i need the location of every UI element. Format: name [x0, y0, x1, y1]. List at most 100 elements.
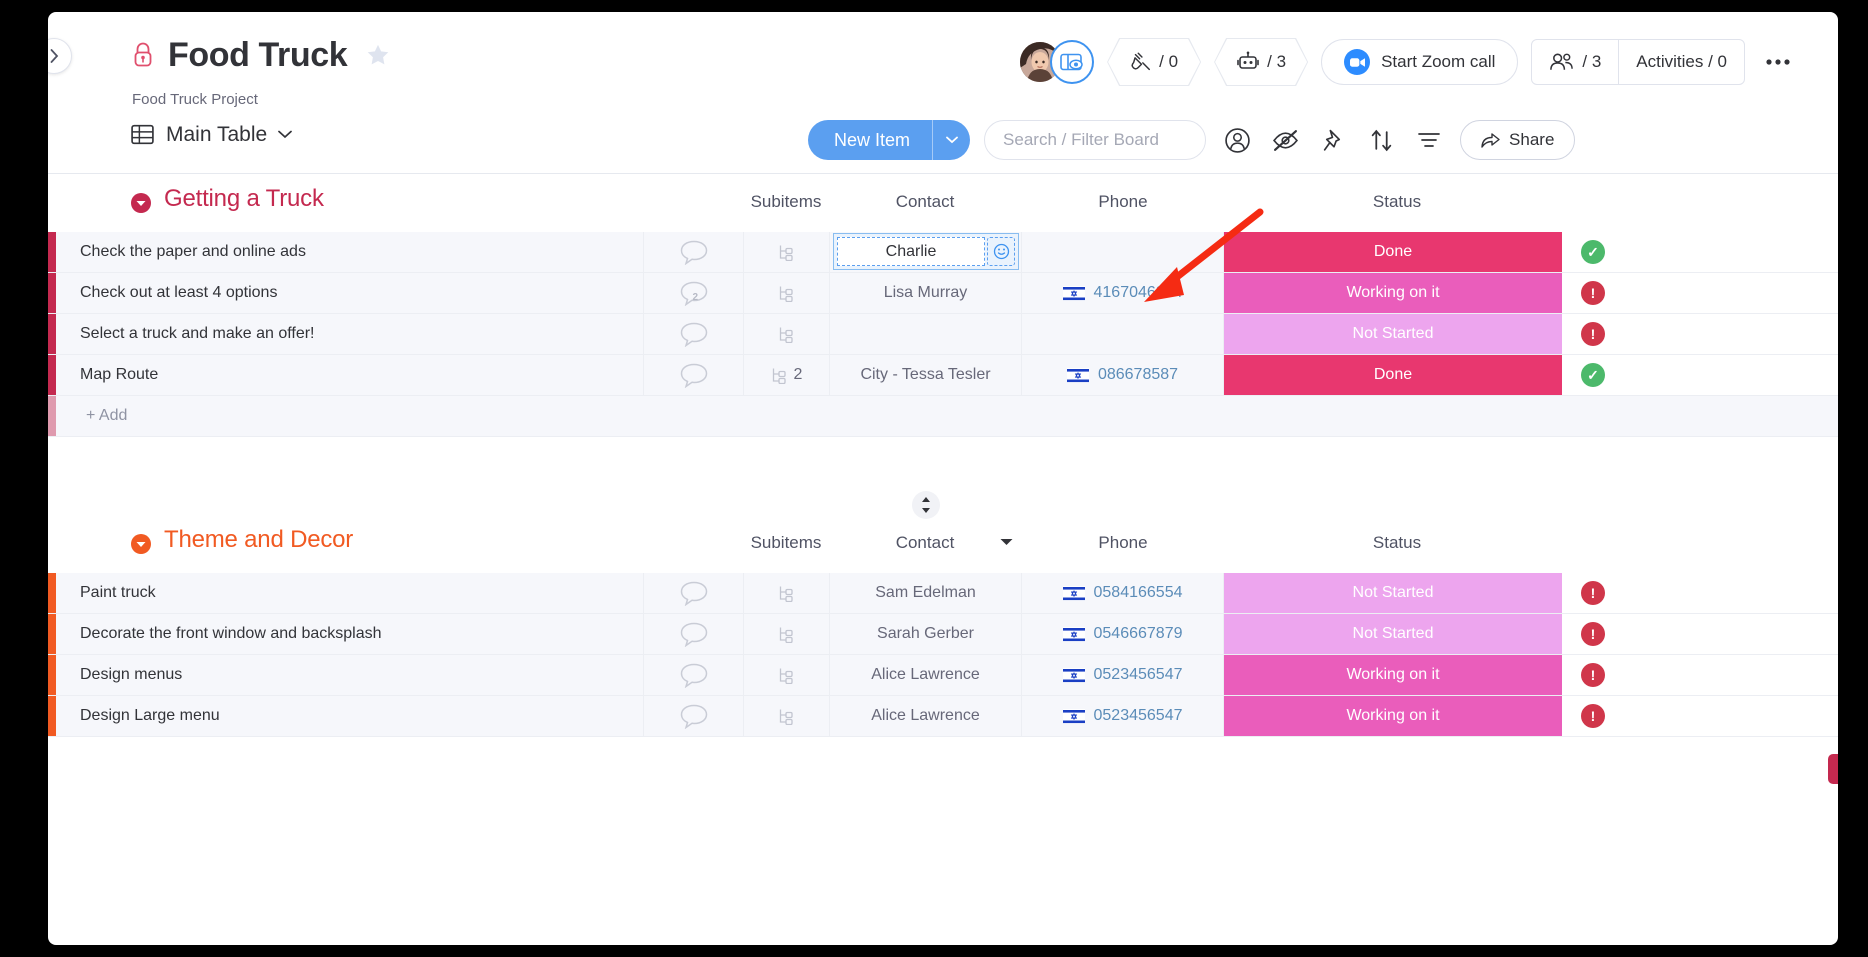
cell-phone[interactable]: 0546667879: [1022, 614, 1224, 654]
table-row[interactable]: Paint truck Sam Edelman 0584166554 Not Star…: [48, 573, 1838, 614]
cell-item-name[interactable]: Check out at least 4 options: [56, 273, 644, 313]
cell-updates[interactable]: [644, 232, 744, 272]
person-filter-button[interactable]: [1220, 123, 1254, 157]
search-input[interactable]: [1003, 130, 1188, 150]
cell-contact[interactable]: Charlie: [830, 232, 1022, 272]
column-header-phone[interactable]: Phone: [1022, 192, 1224, 212]
cell-subitems[interactable]: [744, 614, 830, 654]
cell-phone[interactable]: 4167046964: [1022, 273, 1224, 313]
tab-main-table[interactable]: Main Table: [130, 122, 293, 147]
cell-updates[interactable]: [644, 573, 744, 613]
table-row[interactable]: Check out at least 4 options 2 Lisa Murray…: [48, 273, 1838, 314]
cell-phone[interactable]: [1022, 314, 1224, 354]
group-title[interactable]: Getting a Truck: [164, 185, 324, 213]
table-row[interactable]: Select a truck and make an offer! Not Sta…: [48, 314, 1838, 355]
column-header-phone[interactable]: Phone: [1022, 533, 1224, 553]
board-members-button[interactable]: / 3: [1532, 40, 1618, 84]
sort-button[interactable]: [1364, 123, 1398, 157]
contact-editor[interactable]: Charlie: [833, 233, 1019, 270]
star-icon[interactable]: [365, 42, 391, 68]
phone-number[interactable]: 0523456547: [1094, 666, 1183, 684]
cell-contact[interactable]: Alice Lawrence: [830, 655, 1022, 695]
filter-button[interactable]: [1412, 123, 1446, 157]
cell-subitems[interactable]: [744, 655, 830, 695]
new-item-button[interactable]: New Item: [808, 120, 971, 160]
status-badge[interactable]: Not Started: [1224, 314, 1562, 354]
table-row[interactable]: Design menus Alice Lawrence 0523456547 Work…: [48, 655, 1838, 696]
add-item-label[interactable]: + Add: [56, 396, 127, 436]
cell-updates[interactable]: [644, 314, 744, 354]
cell-contact[interactable]: Alice Lawrence: [830, 696, 1022, 736]
cell-contact[interactable]: City - Tessa Tesler: [830, 355, 1022, 395]
column-header-contact[interactable]: Contact: [830, 192, 1020, 212]
cell-item-name[interactable]: Check the paper and online ads: [56, 232, 644, 272]
cell-phone[interactable]: [1022, 232, 1224, 272]
cell-item-name[interactable]: Map Route: [56, 355, 644, 395]
cell-subitems[interactable]: 2: [744, 355, 830, 395]
phone-number[interactable]: 086678587: [1098, 366, 1178, 384]
table-row[interactable]: Check the paper and online ads Charlie Don…: [48, 232, 1838, 273]
new-item-dropdown[interactable]: [932, 120, 971, 160]
table-row[interactable]: Map Route 2 City - Tessa Tesler 086678587 Do…: [48, 355, 1838, 396]
table-row[interactable]: Decorate the front window and backsplash…: [48, 614, 1838, 655]
cell-updates[interactable]: [644, 696, 744, 736]
cell-phone[interactable]: 086678587: [1022, 355, 1224, 395]
pin-button[interactable]: [1316, 123, 1350, 157]
cell-contact[interactable]: [830, 314, 1022, 354]
cell-item-name[interactable]: Design menus: [56, 655, 644, 695]
cell-subitems[interactable]: [744, 696, 830, 736]
column-sort-handle[interactable]: [912, 491, 940, 519]
cell-subitems[interactable]: [744, 232, 830, 272]
smiley-icon[interactable]: [987, 237, 1015, 266]
cell-contact[interactable]: Lisa Murray: [830, 273, 1022, 313]
column-header-status[interactable]: Status: [1228, 192, 1566, 212]
search-filter-box[interactable]: [984, 120, 1207, 160]
cell-updates[interactable]: 2: [644, 273, 744, 313]
status-badge[interactable]: Working on it: [1224, 655, 1562, 695]
table-row[interactable]: Design Large menu Alice Lawrence 052345654…: [48, 696, 1838, 737]
phone-number[interactable]: 0523456547: [1094, 707, 1183, 725]
column-header-status[interactable]: Status: [1228, 533, 1566, 553]
column-header-contact[interactable]: Contact: [830, 533, 1020, 553]
group-title[interactable]: Theme and Decor: [164, 526, 353, 554]
status-badge[interactable]: Done: [1224, 355, 1562, 395]
column-header-subitems[interactable]: Subitems: [744, 533, 828, 553]
board-view-button[interactable]: [1050, 40, 1095, 84]
activities-button[interactable]: Activities / 0: [1618, 40, 1744, 84]
add-item-row[interactable]: + Add: [48, 396, 1838, 437]
phone-number[interactable]: 4167046964: [1094, 284, 1183, 302]
sidebar-expand-button[interactable]: [48, 38, 72, 74]
cell-contact[interactable]: Sarah Gerber: [830, 614, 1022, 654]
status-badge[interactable]: Not Started: [1224, 614, 1562, 654]
status-badge[interactable]: Working on it: [1224, 273, 1562, 313]
group-collapse-toggle[interactable]: [130, 533, 152, 555]
cell-phone[interactable]: 0523456547: [1022, 655, 1224, 695]
cell-updates[interactable]: [644, 614, 744, 654]
start-zoom-call-button[interactable]: Start Zoom call: [1321, 39, 1519, 85]
cell-updates[interactable]: [644, 655, 744, 695]
cell-subitems[interactable]: [744, 314, 830, 354]
cell-phone[interactable]: 0584166554: [1022, 573, 1224, 613]
status-badge[interactable]: Working on it: [1224, 696, 1562, 736]
group-collapse-toggle[interactable]: [130, 192, 152, 214]
cell-contact[interactable]: Sam Edelman: [830, 573, 1022, 613]
integrations-button[interactable]: / 0: [1107, 38, 1201, 86]
cell-subitems[interactable]: [744, 573, 830, 613]
phone-number[interactable]: 0546667879: [1094, 625, 1183, 643]
cell-item-name[interactable]: Decorate the front window and backsplash: [56, 614, 644, 654]
cell-item-name[interactable]: Paint truck: [56, 573, 644, 613]
cell-subitems[interactable]: [744, 273, 830, 313]
cell-phone[interactable]: 0523456547: [1022, 696, 1224, 736]
cell-item-name[interactable]: Select a truck and make an offer!: [56, 314, 644, 354]
status-badge[interactable]: Done: [1224, 232, 1562, 272]
more-options-button[interactable]: [1758, 42, 1798, 82]
contact-column-menu[interactable]: [1000, 537, 1013, 549]
phone-number[interactable]: 0584166554: [1094, 584, 1183, 602]
column-header-subitems[interactable]: Subitems: [744, 192, 828, 212]
automations-button[interactable]: / 3: [1214, 38, 1308, 86]
cell-updates[interactable]: [644, 355, 744, 395]
share-button[interactable]: Share: [1460, 120, 1576, 160]
contact-edit-input[interactable]: Charlie: [837, 237, 985, 266]
hide-columns-button[interactable]: [1268, 123, 1302, 157]
status-badge[interactable]: Not Started: [1224, 573, 1562, 613]
